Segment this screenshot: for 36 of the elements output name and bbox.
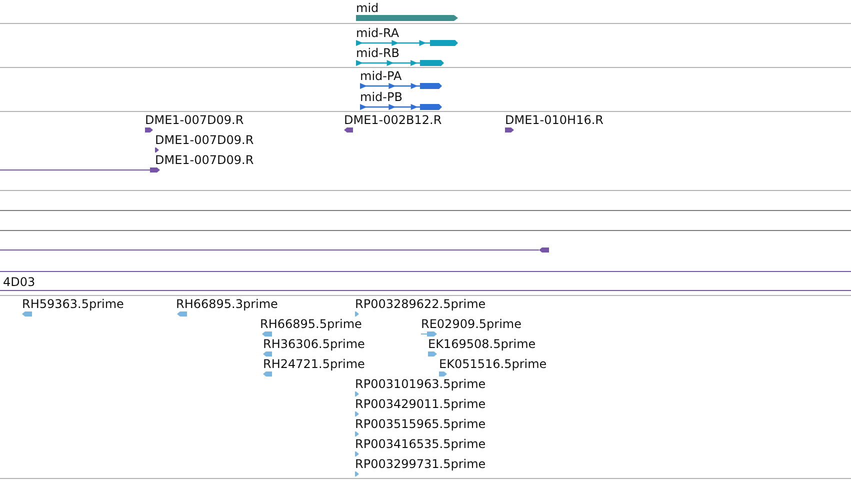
feature-label: RH66895.3prime [176,298,278,310]
feature-glyph[interactable] [0,247,549,253]
feature-label: RP003289622.5prime [355,298,486,310]
feature-glyph[interactable] [0,167,160,173]
feature-label: RP003515965.5prime [355,418,486,430]
feature-label: RP003429011.5prime [355,398,486,410]
feature-label: EK169508.5prime [428,338,536,350]
feature-label: 4D03 [3,276,36,288]
feature-glyph[interactable] [356,40,458,46]
feature-glyph[interactable] [356,60,444,66]
feature-label: mid-PA [360,70,402,82]
feature-label: mid-RB [356,47,400,59]
feature-label: DME1-007D09.R [155,154,254,166]
feature-label: RH66895.5prime [260,318,362,330]
feature-label: RP003101963.5prime [355,378,486,390]
feature-label: RH24721.5prime [263,358,365,370]
clone-feature[interactable]: 4D03 [0,271,851,291]
feature-label: RH36306.5prime [263,338,365,350]
feature-label: mid-PB [360,91,402,103]
feature-label: RP003416535.5prime [355,438,486,450]
feature-label: RH59363.5prime [22,298,124,310]
feature-label: RE02909.5prime [421,318,522,330]
feature-glyph[interactable] [344,127,353,133]
feature-glyph[interactable] [360,104,442,110]
feature-label: DME1-007D09.R [145,114,244,126]
feature-label: DME1-010H16.R [505,114,604,126]
feature-label: mid-RA [356,27,400,39]
feature-glyph[interactable] [145,127,153,133]
feature-label: DME1-007D09.R [155,134,254,146]
feature-glyph[interactable] [505,127,514,133]
feature-glyph[interactable] [360,83,442,89]
feature-label: DME1-002B12.R [344,114,442,126]
feature-glyph[interactable] [155,147,159,153]
feature-label: mid [356,2,379,14]
feature-label: EK051516.5prime [439,358,547,370]
feature-label: RP003299731.5prime [355,458,486,470]
